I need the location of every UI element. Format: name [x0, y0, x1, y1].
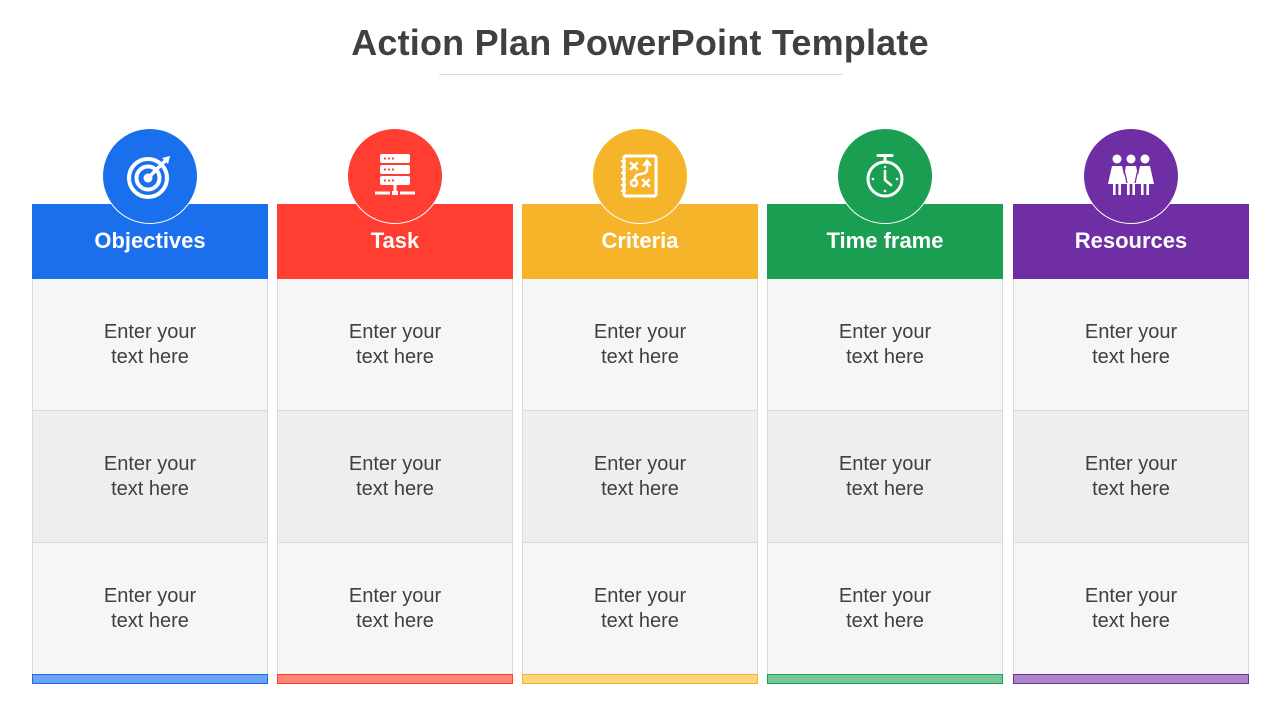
column-body: Enter your text here Enter your text her…	[32, 279, 268, 675]
server-network-icon	[375, 154, 415, 195]
cell-text: Enter your text here	[348, 585, 442, 632]
cell-text: Enter your text here	[103, 320, 197, 368]
column-body: Enter your text here Enter your text her…	[277, 279, 513, 675]
column-footer-bar	[522, 674, 758, 684]
text-cell[interactable]: Enter your text here	[523, 279, 757, 411]
column-body: Enter your text here Enter your text her…	[1013, 279, 1249, 675]
cell-text: Enter your text here	[1084, 585, 1178, 632]
text-cell[interactable]: Enter your text here	[1014, 543, 1248, 675]
text-cell[interactable]: Enter your text here	[523, 543, 757, 675]
icon-circle	[1083, 128, 1179, 224]
text-cell[interactable]: Enter your text here	[768, 543, 1002, 675]
icon-circle	[102, 128, 198, 224]
target-icon	[127, 156, 170, 199]
cell-text: Enter your text here	[593, 585, 687, 632]
cell-text: Enter your text here	[103, 452, 197, 500]
text-cell[interactable]: Enter your text here	[1014, 279, 1248, 411]
text-cell[interactable]: Enter your text here	[1014, 411, 1248, 543]
column-header-label: Time frame	[826, 228, 944, 253]
cell-text: Enter your text here	[348, 320, 442, 368]
text-cell[interactable]: Enter your text here	[278, 411, 512, 543]
column-criteria: Criteria Enter your text here Enter your…	[522, 128, 758, 685]
text-cell[interactable]: Enter your text here	[523, 411, 757, 543]
text-cell[interactable]: Enter your text here	[768, 411, 1002, 543]
column-footer-bar	[32, 674, 268, 684]
cell-text: Enter your text here	[1084, 320, 1178, 368]
column-header-label: Resources	[1074, 228, 1188, 253]
cell-text: Enter your text here	[838, 320, 932, 368]
column-header-label: Task	[370, 228, 420, 253]
column-header-label: Objectives	[94, 228, 206, 253]
title-divider	[439, 74, 843, 75]
text-cell[interactable]: Enter your text here	[768, 279, 1002, 411]
text-cell[interactable]: Enter your text here	[278, 543, 512, 675]
cell-text: Enter your text here	[103, 585, 197, 632]
slide-title: Action Plan PowerPoint Template	[351, 22, 929, 63]
column-body: Enter your text here Enter your text her…	[767, 279, 1003, 675]
cell-text: Enter your text here	[838, 452, 932, 500]
column-footer-bar	[277, 674, 513, 684]
column-resources: Resources Enter your text here Enter you…	[1013, 128, 1249, 685]
column-body: Enter your text here Enter your text her…	[522, 279, 758, 675]
cell-text: Enter your text here	[1084, 452, 1178, 500]
icon-circle	[592, 128, 688, 224]
cell-text: Enter your text here	[838, 585, 932, 632]
text-cell[interactable]: Enter your text here	[33, 279, 267, 411]
column-time-frame: Time frame Enter your text here Enter yo…	[767, 128, 1003, 685]
cell-text: Enter your text here	[593, 452, 687, 500]
stopwatch-icon	[866, 154, 904, 198]
strategy-plan-icon	[621, 154, 658, 198]
column-footer-bar	[767, 674, 1003, 684]
column-objectives: Objectives Enter your text here Enter yo…	[32, 128, 268, 685]
text-cell[interactable]: Enter your text here	[33, 543, 267, 675]
text-cell[interactable]: Enter your text here	[278, 279, 512, 411]
column-task: Task Enter your text here Enter your tex…	[277, 128, 513, 685]
column-header-label: Criteria	[601, 228, 679, 253]
icon-circle	[837, 128, 933, 224]
column-footer-bar	[1013, 674, 1249, 684]
cell-text: Enter your text here	[348, 452, 442, 500]
text-cell[interactable]: Enter your text here	[33, 411, 267, 543]
team-people-icon	[1108, 154, 1154, 195]
icon-circle	[347, 128, 443, 224]
cell-text: Enter your text here	[593, 320, 687, 368]
